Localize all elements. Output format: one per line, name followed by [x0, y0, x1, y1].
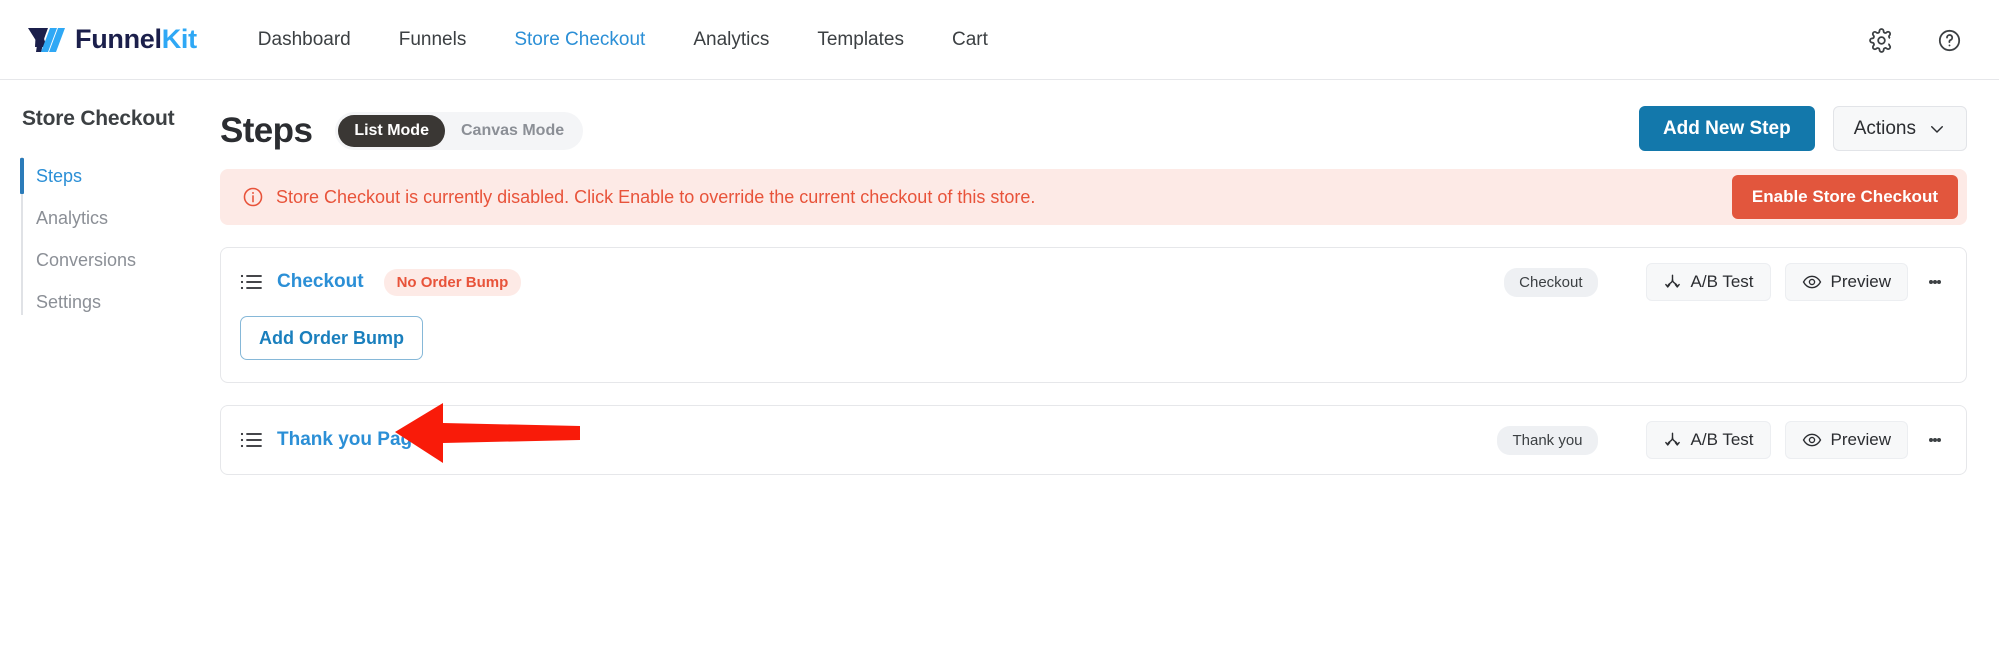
- step-row-actions: Thank you A/B Test Preview: [1497, 406, 1952, 474]
- sidebar-item-analytics[interactable]: Analytics: [0, 197, 218, 239]
- main-content: Steps List Mode Canvas Mode Add New Step…: [218, 80, 1999, 655]
- brand-logo[interactable]: FunnelKit: [26, 25, 197, 55]
- actions-dropdown-button[interactable]: Actions: [1832, 106, 1967, 151]
- sidebar: Store Checkout Steps Analytics Conversio…: [0, 80, 218, 655]
- list-icon: [240, 271, 262, 293]
- nav-item-analytics[interactable]: Analytics: [693, 29, 769, 51]
- chevron-down-icon: [1928, 120, 1946, 138]
- ab-split-icon: [1663, 431, 1682, 450]
- ab-test-button[interactable]: A/B Test: [1645, 421, 1771, 459]
- preview-label: Preview: [1830, 272, 1891, 291]
- step-name-checkout[interactable]: Checkout: [277, 271, 364, 293]
- sidebar-item-settings[interactable]: Settings: [0, 281, 218, 323]
- page-header: Steps List Mode Canvas Mode Add New Step…: [218, 80, 1999, 156]
- preview-label: Preview: [1830, 430, 1891, 449]
- sidebar-nav: Steps Analytics Conversions Settings: [0, 155, 218, 323]
- funnelkit-logo-icon: [28, 27, 65, 52]
- ab-test-button[interactable]: A/B Test: [1645, 263, 1771, 301]
- eye-icon: [1802, 430, 1822, 450]
- actions-dropdown-label: Actions: [1853, 117, 1916, 139]
- sidebar-item-label: Analytics: [36, 207, 109, 228]
- sidebar-item-label: Conversions: [36, 249, 137, 270]
- settings-button[interactable]: [1861, 20, 1901, 60]
- nav-item-dashboard[interactable]: Dashboard: [258, 29, 351, 51]
- gear-icon: [1868, 27, 1891, 53]
- brand-name-dark: Funnel: [75, 24, 162, 54]
- add-order-bump-button[interactable]: Add Order Bump: [240, 316, 424, 360]
- sidebar-item-conversions[interactable]: Conversions: [0, 239, 218, 281]
- eye-icon: [1802, 272, 1822, 292]
- add-new-step-button[interactable]: Add New Step: [1638, 106, 1815, 151]
- nav-item-store-checkout[interactable]: Store Checkout: [514, 29, 645, 51]
- step-row-actions: Checkout A/B Test Preview: [1504, 248, 1952, 316]
- no-order-bump-badge: No Order Bump: [383, 268, 522, 296]
- funnelkit-store-checkout-page: FunnelKit Dashboard Funnels Store Checko…: [0, 0, 1999, 655]
- step-name-thank-you-page[interactable]: Thank you Page: [277, 429, 423, 451]
- list-icon: [240, 429, 262, 451]
- brand-wordmark: FunnelKit: [75, 26, 197, 53]
- ab-test-label: A/B Test: [1690, 430, 1754, 449]
- nav-item-templates[interactable]: Templates: [817, 29, 904, 51]
- view-mode-toggle: List Mode Canvas Mode: [335, 112, 584, 150]
- main-nav: Dashboard Funnels Store Checkout Analyti…: [258, 29, 1036, 51]
- page-header-actions: Add New Step Actions: [1638, 106, 1967, 151]
- kebab-menu-icon[interactable]: [1918, 421, 1952, 459]
- sidebar-item-steps[interactable]: Steps: [0, 155, 218, 197]
- canvas-mode-toggle[interactable]: Canvas Mode: [445, 115, 580, 147]
- brand-name-light: Kit: [161, 24, 197, 54]
- preview-button[interactable]: Preview: [1784, 263, 1908, 301]
- table-row: Thank you Page Thank you A/B Test Previe…: [221, 406, 1966, 474]
- page-title: Steps: [220, 111, 313, 150]
- topbar-actions: [1833, 0, 1969, 80]
- step-type-badge: Thank you: [1497, 425, 1598, 455]
- step-card-checkout: Checkout No Order Bump Checkout A/B Test…: [220, 247, 1967, 383]
- help-button[interactable]: [1929, 20, 1969, 60]
- ab-split-icon: [1663, 273, 1682, 292]
- top-navigation-bar: FunnelKit Dashboard Funnels Store Checko…: [0, 0, 1999, 80]
- table-row: Checkout No Order Bump Checkout A/B Test…: [221, 248, 1966, 316]
- kebab-menu-icon[interactable]: [1918, 263, 1952, 301]
- store-checkout-disabled-alert: Store Checkout is currently disabled. Cl…: [220, 169, 1967, 225]
- nav-item-funnels[interactable]: Funnels: [399, 29, 467, 51]
- sidebar-title: Store Checkout: [22, 107, 175, 130]
- enable-store-checkout-button[interactable]: Enable Store Checkout: [1731, 175, 1958, 219]
- alert-message: Store Checkout is currently disabled. Cl…: [276, 186, 1036, 207]
- step-type-badge: Checkout: [1504, 267, 1598, 297]
- preview-button[interactable]: Preview: [1784, 421, 1908, 459]
- step-card-thank-you-page: Thank you Page Thank you A/B Test Previe…: [220, 405, 1967, 475]
- help-circle-icon: [1938, 29, 1960, 51]
- sidebar-item-label: Settings: [36, 291, 102, 312]
- sidebar-item-label: Steps: [36, 165, 83, 186]
- info-circle-icon: [242, 186, 264, 208]
- nav-item-cart[interactable]: Cart: [952, 29, 988, 51]
- step-card-sub-actions: Add Order Bump: [221, 316, 1966, 382]
- ab-test-label: A/B Test: [1690, 272, 1754, 291]
- list-mode-toggle[interactable]: List Mode: [338, 115, 445, 147]
